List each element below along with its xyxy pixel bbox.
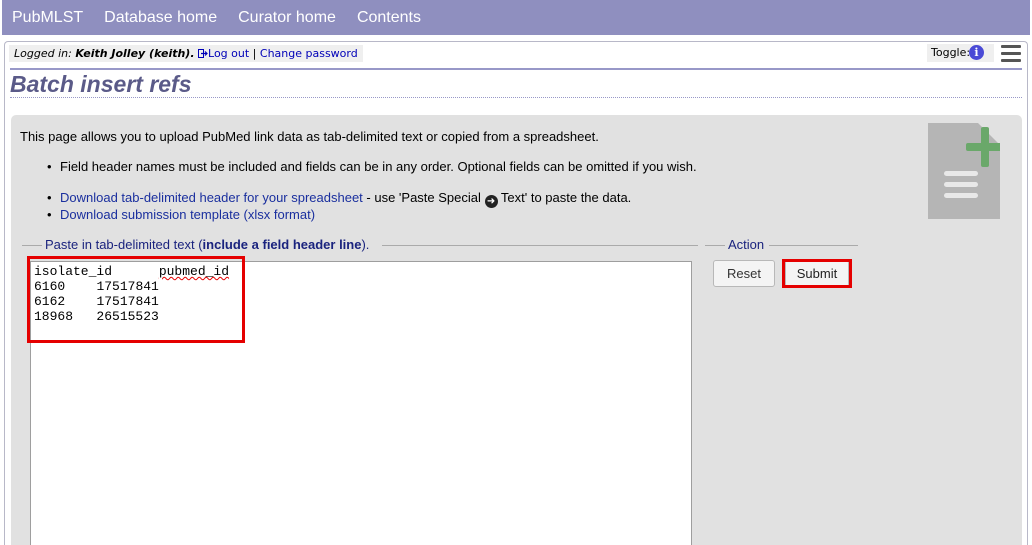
nav-pubmlst[interactable]: PubMLST	[12, 9, 83, 27]
login-status: Logged in: Keith Jolley (keith). Log out…	[9, 45, 363, 62]
paste-fieldset-legend: Paste in tab-delimited text (include a f…	[22, 236, 698, 254]
top-nav: PubMLST Database home Curator home Conte…	[2, 0, 1030, 35]
data-highlight-box	[27, 256, 245, 343]
action-fieldset-legend: Action	[705, 236, 858, 254]
logout-icon	[198, 49, 208, 58]
note-download-header: • Download tab-delimited header for your …	[47, 190, 632, 208]
document-add-icon	[928, 123, 1000, 219]
note-field-header: • Field header names must be included and…	[47, 159, 697, 174]
reset-button[interactable]: Reset	[713, 260, 775, 287]
nav-contents[interactable]: Contents	[357, 9, 421, 27]
intro-text: This page allows you to upload PubMed li…	[20, 129, 599, 144]
change-password-link[interactable]: Change password	[260, 47, 358, 60]
page-title: Batch insert refs	[10, 71, 192, 97]
hamburger-menu-icon[interactable]	[1001, 45, 1021, 63]
toggle-box: Toggle: i	[927, 44, 994, 62]
arrow-right-circle-icon: ➜	[484, 195, 498, 208]
download-header-link[interactable]: Download tab-delimited header for your s…	[60, 190, 363, 205]
download-template-link[interactable]: Download submission template (xlsx forma…	[60, 207, 315, 222]
title-divider	[10, 97, 1022, 98]
nav-curator-home[interactable]: Curator home	[238, 9, 336, 27]
note-field-header-text: Field header names must be included and …	[60, 159, 697, 174]
action-legend-text: Action	[728, 237, 765, 252]
info-icon[interactable]: i	[969, 45, 984, 60]
paste-legend-text: Paste in tab-delimited text (include a f…	[45, 237, 370, 252]
download-header-suffix-2: Text' to paste the data.	[497, 190, 632, 205]
toggle-label: Toggle:	[931, 46, 971, 59]
download-header-suffix-1: - use 'Paste Special	[362, 190, 485, 205]
submit-highlight-box	[782, 259, 852, 288]
login-user: Keith Jolley (keith).	[75, 47, 195, 60]
login-prefix: Logged in:	[14, 47, 76, 60]
title-rule	[10, 68, 1022, 70]
logout-label: Log out	[208, 47, 250, 60]
nav-database-home[interactable]: Database home	[104, 9, 217, 27]
note-download-template: • Download submission template (xlsx form…	[47, 207, 316, 222]
logout-link[interactable]: Log out	[198, 47, 249, 60]
login-separator: |	[249, 47, 260, 60]
